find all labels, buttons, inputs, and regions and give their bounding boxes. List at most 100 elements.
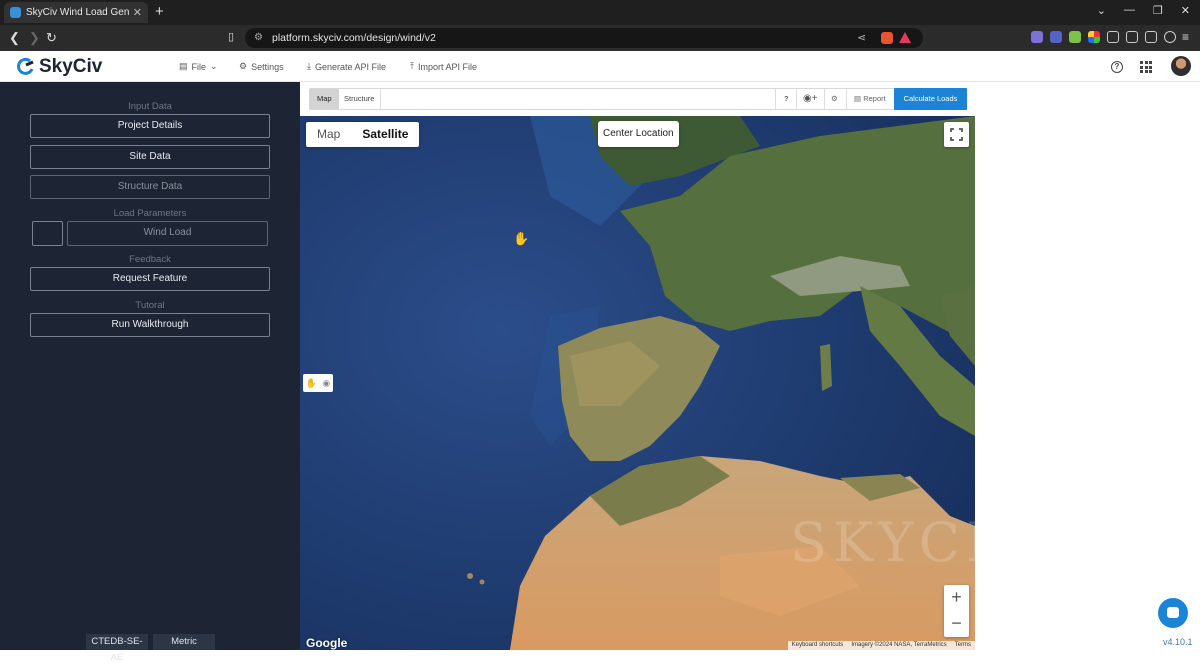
reload-icon[interactable]: ↻ xyxy=(46,30,57,46)
map-panel: Map Structure ? ◉+ ⚙ ▤ Report Calculate … xyxy=(300,82,975,650)
import-api-label: Import API File xyxy=(417,61,478,72)
brave-rewards-icon[interactable] xyxy=(899,32,911,43)
zoom-in-button[interactable]: + xyxy=(944,585,969,611)
skyciv-logo-icon xyxy=(17,58,34,75)
tab-title: SkyCiv Wind Load Generator xyxy=(26,7,129,18)
chevron-down-icon: ⌄ xyxy=(210,61,218,71)
settings-gear-icon[interactable]: ⚙ xyxy=(831,89,838,109)
extensions-puzzle-icon[interactable] xyxy=(1107,31,1119,43)
extension-icon[interactable] xyxy=(1069,31,1081,43)
file-menu[interactable]: ▤ File ⌄ xyxy=(179,61,218,72)
satellite-map[interactable]: SKYCIV ✋ Map Satellite Center Location ✋… xyxy=(300,116,975,650)
site-data-button[interactable]: Site Data xyxy=(30,145,270,169)
back-icon[interactable]: ❮ xyxy=(9,30,20,46)
camera-add-icon[interactable]: ◉+ xyxy=(803,89,818,109)
pan-hand-icon[interactable]: ✋ xyxy=(306,378,317,389)
upload-icon: ⤒ xyxy=(410,61,414,71)
calculate-loads-button[interactable]: Calculate Loads xyxy=(894,88,967,110)
bookmark-icon[interactable]: ▯ xyxy=(228,30,234,43)
file-menu-label: File xyxy=(191,61,207,72)
report-button[interactable]: ▤ Report xyxy=(854,89,886,109)
toolbar-box: Map Structure ? ◉+ ⚙ ▤ Report Calculate … xyxy=(309,88,967,110)
browser-tab[interactable]: SkyCiv Wind Load Generator ✕ xyxy=(4,2,148,23)
brave-shield-icon[interactable] xyxy=(881,32,893,44)
close-tab-icon[interactable]: ✕ xyxy=(133,6,142,19)
map-toolbar: Map Structure ? ◉+ ⚙ ▤ Report Calculate … xyxy=(300,82,975,116)
version-label: v4.10.1 xyxy=(1163,637,1193,647)
structure-data-button[interactable]: Structure Data xyxy=(30,175,270,199)
design-code-badge[interactable]: CTEDB-SE-AE xyxy=(86,634,148,663)
toolbar-divider xyxy=(846,89,847,109)
minimize-icon[interactable]: — xyxy=(1124,4,1135,17)
url-bar[interactable]: ⚙ platform.skyciv.com/design/wind/v2 ⋖ xyxy=(245,28,923,48)
tutorial-heading: Tutoral xyxy=(135,300,165,311)
wind-load-checkbox[interactable] xyxy=(32,221,63,246)
fullscreen-icon xyxy=(950,128,963,141)
app-header: SkyCiv ▤ File ⌄ ⚙ Settings ⤓ Generate AP… xyxy=(0,51,1200,82)
extension-icon[interactable] xyxy=(1050,31,1062,43)
right-panel xyxy=(975,82,1200,650)
zoom-control: + − xyxy=(944,585,969,637)
sidebar: Input Data Project Details Site Data Str… xyxy=(0,82,300,650)
draw-point-icon[interactable]: ◉ xyxy=(322,378,330,389)
tab-search-icon[interactable]: ⌄ xyxy=(1097,4,1106,17)
wallet-icon[interactable] xyxy=(1145,31,1157,43)
map-type-toggle: Map Satellite xyxy=(306,122,420,147)
google-logo[interactable]: Google xyxy=(306,636,347,650)
request-feature-button[interactable]: Request Feature xyxy=(30,267,270,291)
chat-support-button[interactable] xyxy=(1158,598,1188,628)
tab-map[interactable]: Map xyxy=(310,89,339,109)
address-toolbar: ❮ ❯ ↻ ▯ ⚙ platform.skyciv.com/design/win… xyxy=(0,25,1200,51)
center-location-button[interactable]: Center Location xyxy=(598,121,679,147)
map-type-satellite-button[interactable]: Satellite xyxy=(351,122,419,147)
input-data-heading: Input Data xyxy=(128,101,172,112)
restore-icon[interactable]: ❐ xyxy=(1153,4,1163,17)
generate-api-label: Generate API File xyxy=(314,61,387,72)
share-icon[interactable]: ⋖ xyxy=(857,28,866,48)
settings-menu[interactable]: ⚙ Settings xyxy=(239,61,284,72)
imagery-credit: Imagery ©2024 NASA, TerraMetrics xyxy=(851,642,947,648)
settings-label: Settings xyxy=(251,61,284,72)
report-icon: ▤ xyxy=(854,94,862,103)
units-badge[interactable]: Metric xyxy=(153,634,215,650)
skyciv-favicon-icon xyxy=(10,7,21,18)
leo-ai-icon[interactable] xyxy=(1164,31,1176,43)
wind-load-button[interactable]: Wind Load xyxy=(67,221,268,246)
generate-api-file-button[interactable]: ⤓ Generate API File xyxy=(307,61,386,72)
browser-menu-icon[interactable]: ≡ xyxy=(1182,30,1189,44)
window-controls: ⌄ — ❐ ✕ xyxy=(1097,4,1190,17)
close-window-icon[interactable]: ✕ xyxy=(1181,4,1190,17)
import-api-file-button[interactable]: ⤒ Import API File xyxy=(410,61,477,72)
tab-structure[interactable]: Structure xyxy=(337,89,381,109)
download-icon: ⤓ xyxy=(307,61,311,71)
drawing-controls: ✋ ◉ xyxy=(303,374,333,392)
skyciv-logo[interactable]: SkyCiv xyxy=(17,56,102,78)
run-walkthrough-button[interactable]: Run Walkthrough xyxy=(30,313,270,337)
extension-icon[interactable] xyxy=(1031,31,1043,43)
fullscreen-button[interactable] xyxy=(944,122,969,147)
url-text: platform.skyciv.com/design/wind/v2 xyxy=(272,32,436,44)
terms-link[interactable]: Terms xyxy=(955,641,971,650)
feedback-heading: Feedback xyxy=(129,254,171,265)
avatar[interactable] xyxy=(1171,56,1191,76)
zoom-out-button[interactable]: − xyxy=(944,611,969,637)
browser-tab-bar: SkyCiv Wind Load Generator ✕ + ⌄ — ❐ ✕ xyxy=(0,0,1200,25)
apps-grid-icon[interactable] xyxy=(1140,61,1152,73)
skyciv-watermark: SKYCIV xyxy=(790,511,975,574)
help-button[interactable]: ? xyxy=(784,89,789,109)
map-attribution: Keyboard shortcuts Imagery ©2024 NASA, T… xyxy=(787,641,975,650)
toolbar-divider xyxy=(380,89,381,109)
load-parameters-heading: Load Parameters xyxy=(113,208,187,219)
forward-icon[interactable]: ❯ xyxy=(29,30,40,46)
map-type-map-button[interactable]: Map xyxy=(306,122,351,147)
new-tab-button[interactable]: + xyxy=(155,3,164,20)
hand-cursor-icon: ✋ xyxy=(513,231,530,246)
site-info-icon[interactable]: ⚙ xyxy=(254,28,263,48)
project-details-button[interactable]: Project Details xyxy=(30,114,270,138)
extension-icon[interactable] xyxy=(1088,31,1100,43)
keyboard-shortcuts-link[interactable]: Keyboard shortcuts xyxy=(792,641,844,650)
settings-icon: ⚙ xyxy=(239,61,248,71)
help-icon[interactable]: ? xyxy=(1111,61,1123,73)
toolbar-divider xyxy=(796,89,797,109)
sidebar-icon[interactable] xyxy=(1126,31,1138,43)
